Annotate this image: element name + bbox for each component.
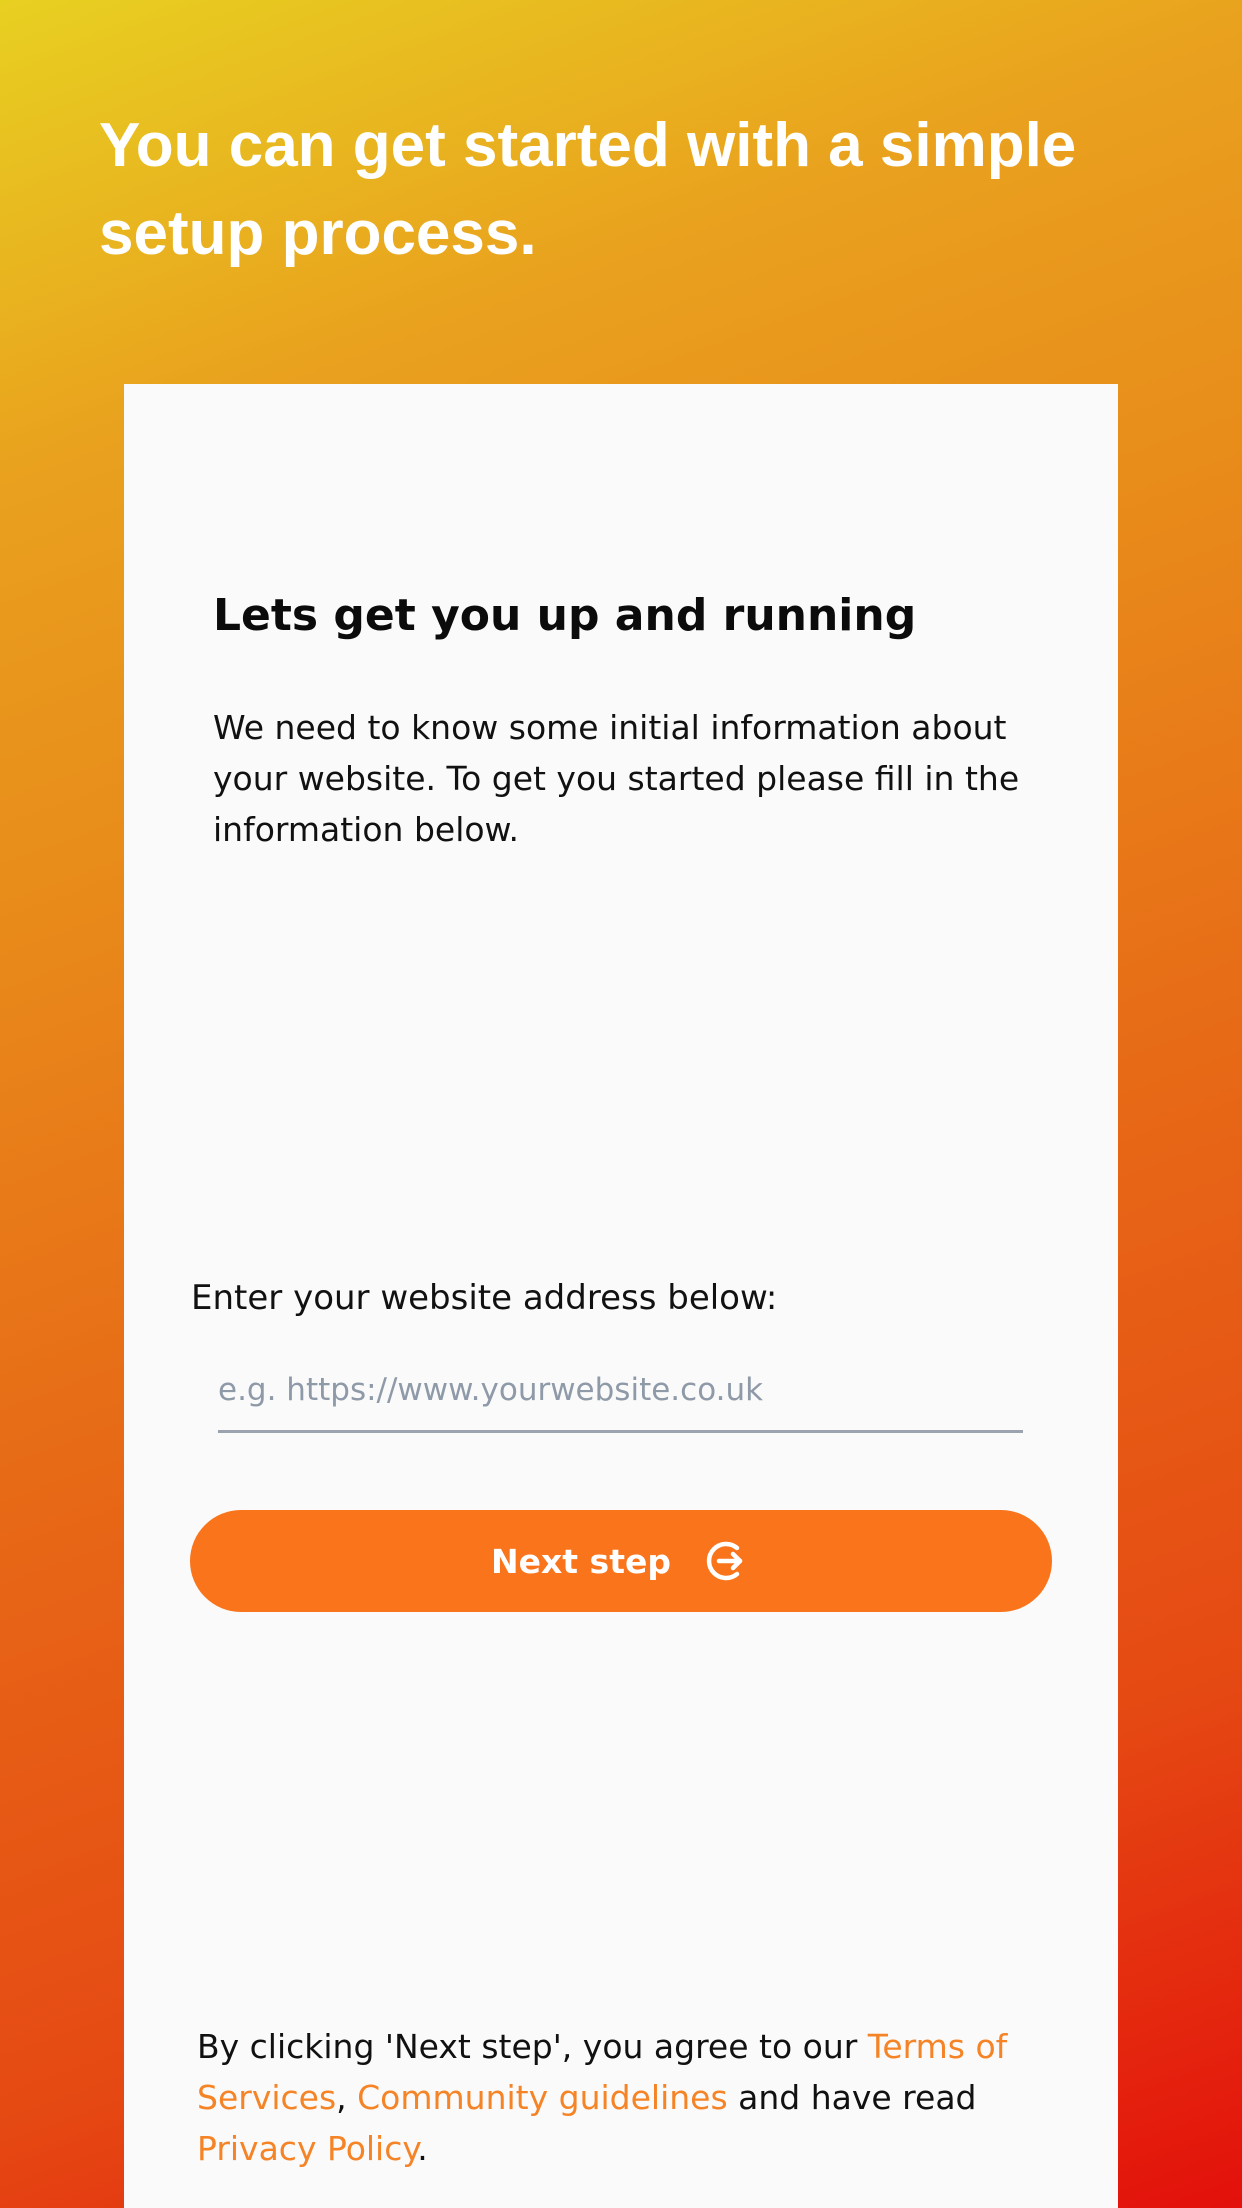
next-step-label: Next step bbox=[491, 1541, 671, 1581]
legal-notice: By clicking 'Next step', you agree to ou… bbox=[197, 2021, 1077, 2174]
legal-prefix: By clicking 'Next step', you agree to ou… bbox=[197, 2027, 868, 2066]
community-guidelines-link[interactable]: Community guidelines bbox=[357, 2078, 728, 2117]
privacy-policy-link[interactable]: Privacy Policy bbox=[197, 2129, 417, 2168]
next-step-button[interactable]: Next step bbox=[190, 1510, 1052, 1612]
legal-middle: and have read bbox=[727, 2078, 977, 2117]
website-field-label: Enter your website address below: bbox=[191, 1278, 778, 1318]
legal-suffix: . bbox=[417, 2129, 428, 2168]
promo-headline: You can get started with a simple setup … bbox=[99, 111, 1077, 268]
circle-arrow-right-icon bbox=[706, 1541, 743, 1581]
legal-comma: , bbox=[336, 2078, 358, 2117]
website-url-input[interactable] bbox=[218, 1349, 1023, 1433]
card-description: We need to know some initial information… bbox=[213, 708, 1020, 849]
card-title: Lets get you up and running bbox=[213, 590, 917, 641]
setup-card: Lets get you up and running We need to k… bbox=[124, 384, 1118, 2208]
